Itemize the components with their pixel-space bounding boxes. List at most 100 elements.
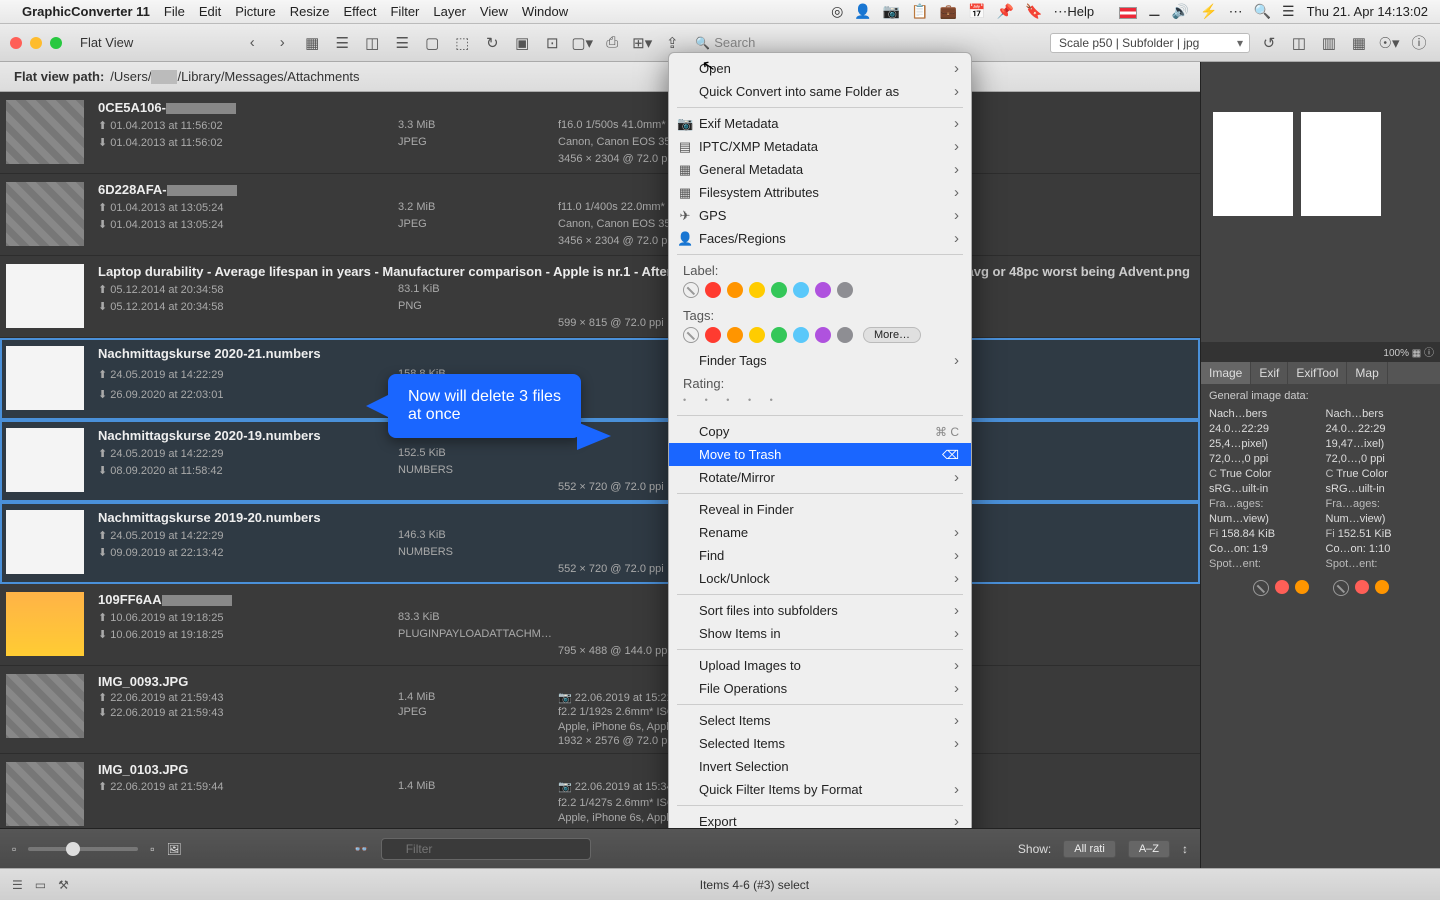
stack-icon[interactable]: ▣ bbox=[511, 34, 533, 52]
detail-view-icon[interactable]: ☰ bbox=[391, 34, 413, 52]
label-none[interactable] bbox=[1253, 580, 1269, 596]
panel-icon[interactable]: ▭ bbox=[35, 878, 46, 892]
tool-icon[interactable]: ⚒ bbox=[58, 878, 69, 892]
volume-icon[interactable]: 🔊 bbox=[1172, 3, 1189, 20]
menu-picture[interactable]: Picture bbox=[235, 4, 275, 19]
label-green[interactable] bbox=[771, 282, 787, 298]
file-row[interactable]: Nachmittagskurse 2020-21.numbers ⬆ 24.05… bbox=[0, 338, 1200, 420]
label-none[interactable] bbox=[1333, 580, 1349, 596]
flag-icon[interactable] bbox=[1119, 4, 1137, 20]
ctx-finder-tags[interactable]: Finder Tags bbox=[669, 349, 971, 372]
menu-layer[interactable]: Layer bbox=[433, 4, 466, 19]
menu-window[interactable]: Window bbox=[522, 4, 568, 19]
clipboard-icon[interactable]: 📋 bbox=[911, 3, 928, 20]
panel-icon[interactable]: ◫ bbox=[1288, 34, 1310, 52]
tool-icon[interactable]: ⬚ bbox=[451, 34, 473, 52]
share-icon[interactable]: ⇪ bbox=[661, 34, 683, 52]
menubar-clock[interactable]: Thu 21. Apr 14:13:02 bbox=[1307, 4, 1428, 19]
label-orange[interactable] bbox=[1295, 580, 1309, 594]
user-icon[interactable]: 👤 bbox=[854, 3, 871, 20]
file-thumbnail[interactable] bbox=[6, 510, 84, 574]
action-icon[interactable]: ↺ bbox=[1258, 34, 1280, 52]
ctx-filesystem[interactable]: ▦Filesystem Attributes bbox=[669, 181, 971, 204]
preset-dropdown[interactable]: Scale p50 | Subfolder | jpg bbox=[1050, 33, 1250, 53]
ctx-file-ops[interactable]: File Operations bbox=[669, 677, 971, 700]
pin-icon[interactable]: 📌 bbox=[997, 3, 1014, 20]
menu-filter[interactable]: Filter bbox=[390, 4, 419, 19]
glasses-icon[interactable]: 👓 bbox=[354, 842, 369, 856]
list-icon[interactable]: ☰ bbox=[12, 878, 23, 892]
column-view-icon[interactable]: ◫ bbox=[361, 34, 383, 52]
label-blue[interactable] bbox=[793, 282, 809, 298]
tag-none[interactable] bbox=[683, 327, 699, 343]
toolbar-search[interactable]: Search bbox=[695, 35, 755, 50]
ctx-invert-selection[interactable]: Invert Selection bbox=[669, 755, 971, 778]
zoom-in-icon[interactable]: ▫ bbox=[150, 842, 154, 856]
forward-button[interactable]: › bbox=[271, 34, 293, 51]
menu-help[interactable]: Help bbox=[1067, 4, 1094, 19]
file-thumbnail[interactable] bbox=[6, 428, 84, 492]
tag-icon[interactable]: 🔖 bbox=[1025, 3, 1042, 20]
menu-effect[interactable]: Effect bbox=[343, 4, 376, 19]
label-red[interactable] bbox=[705, 282, 721, 298]
camera-icon[interactable]: 📷 bbox=[883, 3, 900, 20]
panel-icon[interactable]: ▥ bbox=[1318, 34, 1340, 52]
sort-dir-icon[interactable]: ↕ bbox=[1182, 842, 1188, 856]
ctx-show-items-in[interactable]: Show Items in bbox=[669, 622, 971, 645]
briefcase-icon[interactable]: 💼 bbox=[940, 3, 957, 20]
menu-file[interactable]: File bbox=[164, 4, 185, 19]
ctx-faces[interactable]: 👤Faces/Regions bbox=[669, 227, 971, 250]
ctx-gps[interactable]: ✈GPS bbox=[669, 204, 971, 227]
sync-icon[interactable]: ⋯ bbox=[1053, 3, 1067, 20]
calendar-icon[interactable]: 📅 bbox=[968, 3, 985, 20]
tags-more-button[interactable]: More… bbox=[863, 327, 921, 343]
label-gray[interactable] bbox=[837, 282, 853, 298]
back-button[interactable]: ‹ bbox=[241, 34, 263, 51]
tab-image[interactable]: Image bbox=[1201, 362, 1251, 384]
preview-thumb[interactable] bbox=[1301, 112, 1381, 216]
tab-exif[interactable]: Exif bbox=[1251, 362, 1288, 384]
status-icon[interactable]: ◎ bbox=[831, 3, 843, 20]
ctx-rename[interactable]: Rename bbox=[669, 521, 971, 544]
zoom-out-icon[interactable]: ▫ bbox=[12, 842, 16, 856]
more-icon[interactable]: ⋯ bbox=[1229, 3, 1243, 20]
tag-yellow[interactable] bbox=[749, 327, 765, 343]
ctx-copy[interactable]: Copy⌘ C bbox=[669, 420, 971, 443]
label-red[interactable] bbox=[1275, 580, 1289, 594]
panel-icon[interactable]: ▦ bbox=[1348, 34, 1370, 52]
label-none[interactable] bbox=[683, 282, 699, 298]
close-window-button[interactable] bbox=[10, 37, 22, 49]
ctx-move-to-trash[interactable]: Move to Trash⌫ bbox=[669, 443, 971, 466]
info-icon[interactable]: ⓘ bbox=[1408, 32, 1430, 53]
show-dropdown[interactable]: All rati bbox=[1063, 840, 1116, 858]
menu-resize[interactable]: Resize bbox=[290, 4, 330, 19]
file-thumbnail[interactable] bbox=[6, 346, 84, 410]
rating-stars[interactable]: • • • • • bbox=[669, 393, 971, 411]
file-thumbnail[interactable] bbox=[6, 100, 84, 164]
crop-icon[interactable]: ⊡ bbox=[541, 34, 563, 52]
ctx-general-metadata[interactable]: ▦General Metadata bbox=[669, 158, 971, 181]
file-row[interactable]: Laptop durability - Average lifespan in … bbox=[0, 256, 1200, 338]
file-row[interactable]: IMG_0093.JPG ⬆ 22.06.2019 at 21:59:43 1.… bbox=[0, 666, 1200, 754]
menu-view[interactable]: View bbox=[480, 4, 508, 19]
tag-red[interactable] bbox=[705, 327, 721, 343]
notification-icon[interactable]: ☰ bbox=[1282, 3, 1295, 20]
file-row[interactable]: Nachmittagskurse 2019-20.numbers ⬆ 24.05… bbox=[0, 502, 1200, 584]
ctx-upload[interactable]: Upload Images to bbox=[669, 654, 971, 677]
file-thumbnail[interactable] bbox=[6, 264, 84, 328]
tag-green[interactable] bbox=[771, 327, 787, 343]
grid-icon[interactable]: ⊞▾ bbox=[631, 34, 653, 52]
label-orange[interactable] bbox=[1375, 580, 1389, 594]
rotate-icon[interactable]: ↻ bbox=[481, 34, 503, 52]
ctx-exif[interactable]: 📷Exif Metadata bbox=[669, 112, 971, 135]
minimize-window-button[interactable] bbox=[30, 37, 42, 49]
wifi-icon[interactable]: ⚊ bbox=[1148, 3, 1161, 20]
thumbnail-size-slider[interactable] bbox=[28, 847, 138, 851]
tag-orange[interactable] bbox=[727, 327, 743, 343]
ctx-select-items[interactable]: Select Items bbox=[669, 709, 971, 732]
file-row[interactable]: 0CE5A106- ⬆ 01.04.2013 at 11:56:02 3.3 M… bbox=[0, 92, 1200, 174]
list-view-icon[interactable]: ☰ bbox=[331, 34, 353, 52]
menu-edit[interactable]: Edit bbox=[199, 4, 221, 19]
file-row[interactable]: IMG_0103.JPG ⬆ 22.06.2019 at 21:59:44 1.… bbox=[0, 754, 1200, 828]
label-purple[interactable] bbox=[815, 282, 831, 298]
